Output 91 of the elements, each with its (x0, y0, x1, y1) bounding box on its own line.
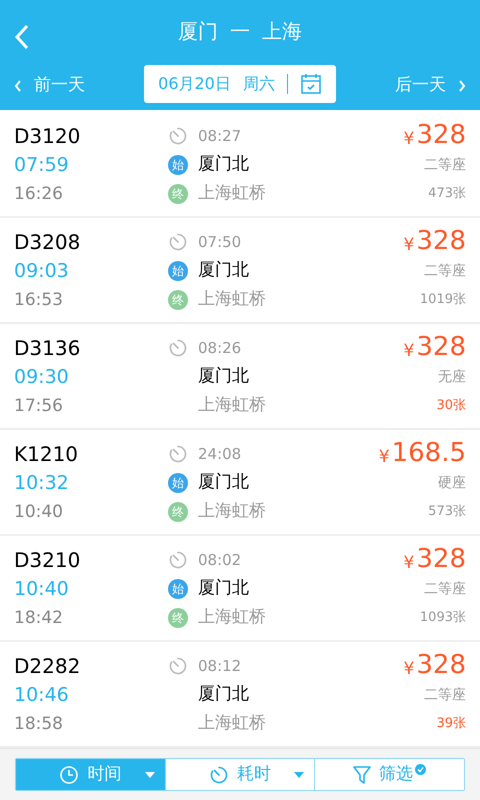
currency-symbol: ¥ (378, 446, 390, 468)
seat-class: 二等座 (424, 686, 466, 705)
origin-city: 厦门 (178, 18, 218, 45)
arrival-time: 18:42 (14, 607, 64, 630)
price-text: 328 (416, 226, 466, 256)
start-badge: 始 (168, 155, 188, 175)
currency-symbol: ¥ (404, 234, 414, 256)
price-text: 328 (416, 544, 466, 574)
ticket-count: 39张 (436, 715, 466, 733)
train-number: D3136 (14, 335, 82, 362)
train-number: D2282 (14, 653, 82, 680)
ticket-count: 473张 (428, 185, 466, 203)
chevron-left-icon (14, 80, 22, 92)
ticket-count: 1019张 (420, 291, 466, 309)
ticket-count: 1093张 (420, 609, 466, 627)
start-badge: 始 (168, 579, 188, 599)
departure-time: 07:59 (14, 153, 70, 178)
departure-time: 10:32 (14, 471, 70, 496)
route-arrow: 一 (230, 18, 250, 45)
clock-icon (59, 764, 80, 784)
destination-station: 上海虹桥 (198, 182, 266, 206)
arrival-time: 16:26 (14, 183, 64, 206)
end-badge: 终 (168, 184, 188, 204)
destination-city: 上海 (262, 18, 302, 45)
stopwatch-icon (168, 444, 188, 464)
duration-text: 08:26 (198, 338, 242, 359)
seat-class: 二等座 (424, 262, 466, 281)
stopwatch-icon (168, 338, 188, 358)
origin-station: 厦门北 (198, 259, 249, 282)
currency-symbol: ¥ (404, 552, 414, 574)
chevron-right-icon (458, 80, 466, 92)
stopwatch-icon (168, 550, 188, 570)
train-number: K1210 (14, 441, 80, 468)
destination-station: 上海虹桥 (198, 500, 266, 524)
price-text: 328 (416, 120, 466, 150)
train-row[interactable]: D3210 10:40 18:42 08:02 始 厦门北 终 上海虹桥 ¥328 二等座 1093张 (0, 536, 480, 642)
origin-station: 厦门北 (198, 577, 249, 600)
duration-text: 08:02 (198, 550, 242, 571)
train-row[interactable]: D3208 09:03 16:53 07:50 始 厦门北 终 上海虹桥 ¥328 二等座 1019张 (0, 218, 480, 324)
seat-class: 硬座 (438, 474, 466, 493)
end-badge: 终 (168, 290, 188, 310)
arrival-time: 10:40 (14, 501, 64, 524)
duration-text: 08:12 (198, 656, 242, 677)
calendar-icon (300, 73, 322, 95)
arrival-time: 16:53 (14, 289, 64, 312)
train-number: D3208 (14, 229, 82, 256)
train-row[interactable]: D3136 09:30 17:56 08:26 厦门北 上海虹桥 ¥328 无座 30张 (0, 324, 480, 430)
back-icon[interactable] (14, 24, 30, 50)
train-row[interactable]: K1210 10:32 10:40 24:08 始 厦门北 终 上海虹桥 ¥168.5 硬座 573张 (0, 430, 480, 536)
train-row[interactable]: D3120 07:59 16:26 08:27 始 厦门北 终 上海虹桥 ¥328 二等座 473张 (0, 112, 480, 218)
train-number: D3210 (14, 547, 82, 574)
stopwatch-icon (209, 764, 229, 784)
end-badge: 终 (168, 608, 188, 628)
origin-station: 厦门北 (198, 153, 249, 176)
currency-symbol: ¥ (404, 340, 414, 362)
departure-time: 09:03 (14, 259, 70, 284)
seat-class: 二等座 (424, 156, 466, 175)
arrival-time: 17:56 (14, 395, 64, 418)
price-text: 168.5 (392, 438, 466, 468)
arrival-time: 18:58 (14, 713, 64, 736)
stopwatch-icon (168, 232, 188, 252)
destination-station: 上海虹桥 (198, 712, 266, 736)
start-badge: 始 (168, 261, 188, 281)
departure-time: 10:46 (14, 683, 70, 708)
destination-station: 上海虹桥 (198, 394, 266, 418)
duration-text: 08:27 (198, 126, 242, 147)
price-text: 328 (416, 650, 466, 680)
weekday-text: 周六 (242, 73, 275, 95)
filter-icon (353, 764, 372, 784)
currency-symbol: ¥ (404, 658, 414, 680)
origin-station: 厦门北 (198, 683, 249, 706)
date-text: 06月20日 (158, 73, 231, 95)
train-number: D3120 (14, 123, 82, 150)
currency-symbol: ¥ (404, 128, 414, 150)
start-badge: 始 (168, 473, 188, 493)
duration-text: 24:08 (198, 444, 242, 465)
seat-class: 无座 (438, 368, 466, 387)
price-text: 328 (416, 332, 466, 362)
duration-text: 07:50 (198, 232, 242, 253)
ticket-count: 573张 (428, 503, 466, 521)
origin-station: 厦门北 (198, 471, 249, 494)
end-badge: 终 (168, 502, 188, 522)
origin-station: 厦门北 (198, 365, 249, 388)
seat-class: 二等座 (424, 580, 466, 599)
ticket-count: 30张 (436, 397, 466, 415)
departure-time: 10:40 (14, 577, 70, 602)
destination-station: 上海虹桥 (198, 288, 266, 312)
stopwatch-icon (168, 126, 188, 146)
stopwatch-icon (168, 656, 188, 676)
destination-station: 上海虹桥 (198, 606, 266, 630)
departure-time: 09:30 (14, 365, 70, 390)
